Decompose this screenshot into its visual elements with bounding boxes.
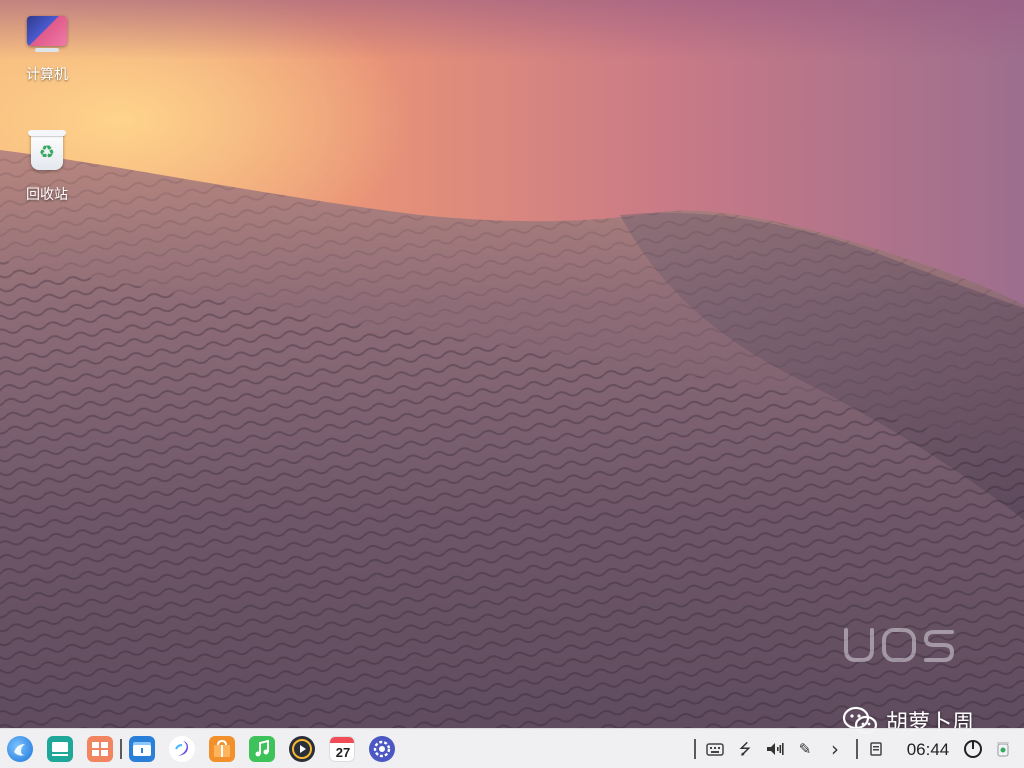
taskbar: 27 ⭍ ✎ › 06:44 bbox=[0, 728, 1024, 768]
calendar-icon[interactable]: 27 bbox=[329, 736, 355, 762]
desktop-icon-computer[interactable]: 计算机 bbox=[7, 10, 87, 84]
video-icon[interactable] bbox=[289, 736, 315, 762]
keyboard-icon[interactable] bbox=[704, 738, 726, 760]
trash-small-icon[interactable] bbox=[992, 738, 1014, 760]
file-manager-icon[interactable] bbox=[129, 736, 155, 762]
app-store-icon[interactable] bbox=[209, 736, 235, 762]
desktop-icon-trash[interactable]: ♻ 回收站 bbox=[7, 130, 87, 204]
music-icon[interactable] bbox=[249, 736, 275, 762]
taskbar-separator bbox=[856, 739, 858, 759]
multitask-icon[interactable] bbox=[47, 736, 73, 762]
pen-icon[interactable]: ✎ bbox=[794, 738, 816, 760]
browser-icon[interactable] bbox=[169, 736, 195, 762]
volume-icon[interactable] bbox=[764, 738, 786, 760]
show-desktop-icon[interactable] bbox=[87, 736, 113, 762]
settings-icon[interactable] bbox=[369, 736, 395, 762]
launcher-icon[interactable] bbox=[7, 736, 33, 762]
chevron-right-icon[interactable]: › bbox=[824, 738, 846, 760]
notification-icon[interactable] bbox=[866, 738, 888, 760]
calendar-day: 27 bbox=[335, 745, 351, 760]
taskbar-separator bbox=[694, 739, 696, 759]
clock[interactable]: 06:44 bbox=[900, 739, 956, 761]
trash-icon: ♻ bbox=[23, 130, 71, 178]
desktop[interactable]: 计算机 ♻ 回收站 胡萝卜周 27 ⭍ ✎ › 06:44 bbox=[0, 0, 1024, 768]
desktop-icon-label: 计算机 bbox=[26, 66, 68, 82]
desktop-icon-label: 回收站 bbox=[26, 186, 68, 202]
computer-icon bbox=[23, 10, 71, 58]
shutdown-icon[interactable] bbox=[962, 738, 984, 760]
uos-watermark-logo bbox=[844, 628, 955, 662]
taskbar-separator bbox=[120, 739, 122, 759]
usb-icon[interactable]: ⭍ bbox=[734, 738, 756, 760]
